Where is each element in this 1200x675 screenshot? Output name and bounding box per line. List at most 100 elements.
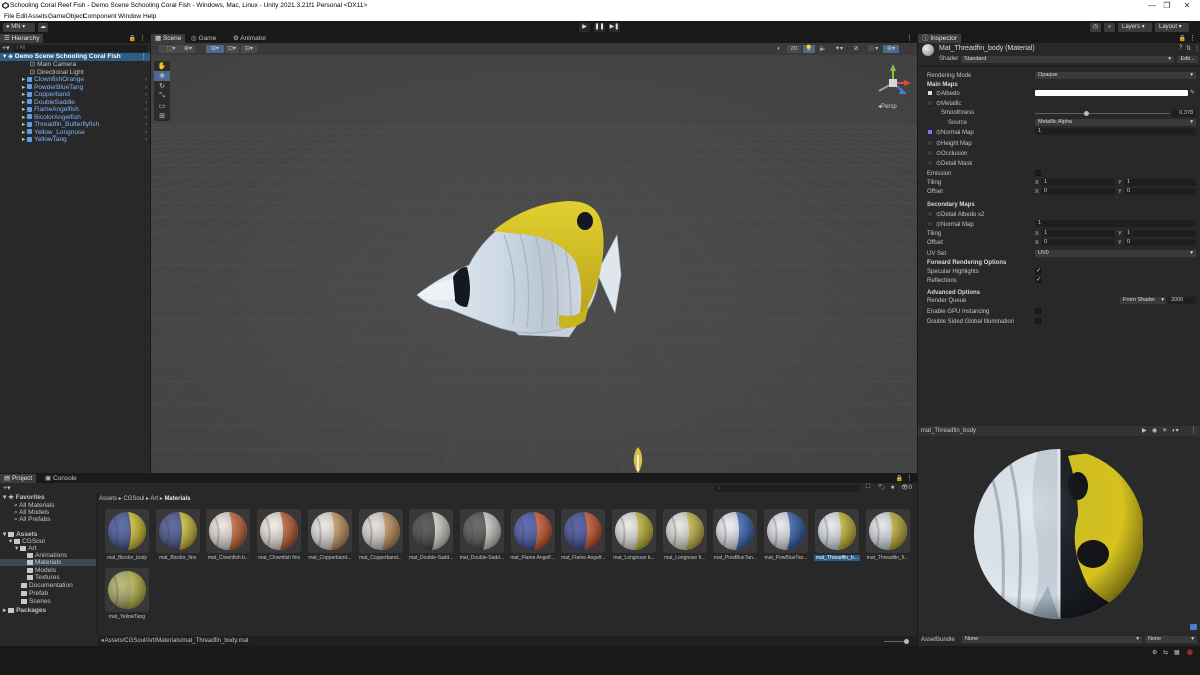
project-menu-icon[interactable]: ⋮ <box>906 474 913 482</box>
add-icon[interactable]: +▾ <box>2 44 10 52</box>
minimize-button[interactable]: — <box>1146 1 1158 10</box>
hierarchy-item[interactable]: ▸ YellowTang › <box>0 136 150 144</box>
hierarchy-item[interactable]: ▸ Copperband › <box>0 91 150 99</box>
history-icon[interactable]: ◷ <box>1090 23 1101 32</box>
material-asset[interactable]: mat_Double-Sadd... <box>408 509 454 561</box>
tiling2-y-field[interactable]: 1 <box>1124 230 1196 237</box>
filter-type-icon[interactable]: ⛶ <box>866 484 870 491</box>
inspector-menu-icon[interactable]: ⋮ <box>1189 34 1196 42</box>
hierarchy-item[interactable]: ▸ FlameAngelfish › <box>0 106 150 114</box>
material-preview[interactable] <box>918 436 1200 632</box>
expand-arrow-icon[interactable]: ▸ <box>22 91 25 98</box>
hidden-packages-icon[interactable]: 👁0 <box>901 484 912 491</box>
menu-component[interactable]: Component <box>83 13 117 20</box>
hierarchy-item[interactable]: ▸ PowderBlueTang › <box>0 84 150 92</box>
chevron-right-icon[interactable]: › <box>145 106 147 114</box>
progress-icon[interactable]: ⚙ <box>1152 649 1157 656</box>
filter-label-icon[interactable]: 🏷 <box>878 484 886 491</box>
tab-inspector[interactable]: ⓘ Inspector <box>918 34 962 43</box>
favorites-header[interactable]: ▾ ★ Favorites <box>3 493 45 501</box>
material-asset[interactable]: mat_PowBlueTan... <box>712 509 758 561</box>
rect-tool-icon[interactable]: ▭ <box>154 101 170 111</box>
material-asset[interactable]: mat_YellowTang <box>104 568 150 620</box>
layers-dropdown[interactable]: Layers ▾ <box>1118 23 1152 32</box>
camera-settings-icon[interactable]: 🎥▾ <box>865 45 881 53</box>
material-asset[interactable]: mat_Bicolor_fins <box>155 509 201 561</box>
gizmos-toggle-icon[interactable]: ⊕▾ <box>883 45 899 53</box>
detail-normal-slot[interactable] <box>927 221 933 227</box>
breadcrumb-art[interactable]: Art <box>150 496 158 502</box>
scene-viewport[interactable]: ✋ ✥ ↻ ⤡ ▭ ⊞ ◂Persp <box>151 55 917 473</box>
hierarchy-item[interactable]: ▸ DoubleSaddle › <box>0 99 150 107</box>
metallic-texture-slot[interactable] <box>927 100 933 106</box>
source-dropdown[interactable]: Metallic Alpha ▾ <box>1035 119 1196 126</box>
expand-arrow-icon[interactable]: ▸ <box>22 76 25 83</box>
assetbundle-dropdown[interactable]: None ▾ <box>962 636 1142 643</box>
orientation-gizmo-icon[interactable] <box>873 63 913 103</box>
transform-tool-icon[interactable]: ⊞ <box>154 111 170 121</box>
preview-shape-icon[interactable]: ◉ <box>1152 427 1157 434</box>
preview-menu-icon[interactable]: ⋮ <box>1190 426 1197 434</box>
context-menu-icon[interactable]: ⋮ <box>1194 45 1200 52</box>
maximize-button[interactable]: ❐ <box>1161 1 1173 10</box>
persp-label-wrap[interactable]: ◂Persp <box>878 103 897 110</box>
effects-toggle-icon[interactable]: ✦▾ <box>831 45 847 53</box>
tab-game[interactable]: ◎ Game <box>187 34 220 43</box>
material-asset[interactable]: mat_Clownfish b... <box>205 509 251 561</box>
detail-albedo-slot[interactable] <box>927 211 933 217</box>
tab-project[interactable]: ▤ Project <box>0 474 37 483</box>
hierarchy-item[interactable]: ▸ Yellow_Longnose › <box>0 129 150 137</box>
zoom-slider-handle[interactable] <box>904 639 909 644</box>
edit-shader-button[interactable]: Edit... <box>1177 56 1198 63</box>
albedo-texture-slot[interactable] <box>927 90 933 96</box>
double-sided-checkbox[interactable] <box>1035 318 1041 324</box>
scene-root-row[interactable]: ▾ ◈ Demo Scene Schooling Coral Fish ⋮ <box>0 53 150 61</box>
normal-scale-field[interactable]: 1 <box>1035 128 1196 135</box>
expand-arrow-icon[interactable]: ▸ <box>22 114 25 121</box>
smoothness-slider-track[interactable] <box>1035 111 1170 116</box>
offset-x-field[interactable]: 0 <box>1041 188 1115 195</box>
hidden-objects-icon[interactable]: ⊘ <box>849 45 863 53</box>
breadcrumb-assets[interactable]: Assets <box>99 496 117 502</box>
menu-assets[interactable]: Assets <box>28 13 48 20</box>
menu-edit[interactable]: Edit <box>16 13 27 20</box>
scale-tool-icon[interactable]: ⤡ <box>154 91 170 101</box>
move-tool-icon[interactable]: ✥ <box>154 71 170 81</box>
draw-mode-icon[interactable]: ⬚▾ <box>159 45 183 53</box>
layout-dropdown[interactable]: Layout ▾ <box>1155 23 1189 32</box>
project-search-input[interactable]: ⌕ <box>715 485 860 492</box>
expand-arrow-icon[interactable]: ▸ <box>22 129 25 136</box>
height-map-slot[interactable] <box>927 140 933 146</box>
tab-animator[interactable]: ⚙ Animator <box>229 34 270 43</box>
offset-y-field[interactable]: 0 <box>1124 188 1196 195</box>
material-asset[interactable]: mat_Copperband... <box>358 509 404 561</box>
specular-checkbox[interactable]: ✓ <box>1035 268 1041 274</box>
hierarchy-item[interactable]: ▸ Threadfin_Butterflyfish › <box>0 121 150 129</box>
folder-models[interactable]: Models <box>27 567 56 574</box>
scene-menu-dots-icon[interactable]: ⋮ <box>906 34 913 42</box>
help-icon[interactable]: ? <box>1179 45 1182 51</box>
preview-bg-icon[interactable]: ◐▾ <box>1172 427 1179 434</box>
packages-folder[interactable]: ▸ Packages <box>3 606 46 614</box>
expand-arrow-icon[interactable]: ▸ <box>22 84 25 91</box>
chevron-right-icon[interactable]: › <box>145 84 147 92</box>
expand-arrow-icon[interactable]: ▸ <box>22 106 25 113</box>
render-queue-dropdown[interactable]: From Shader ▾ <box>1120 297 1166 304</box>
hierarchy-item[interactable]: ▸ ClownfishOrange › <box>0 76 150 84</box>
reflections-checkbox[interactable]: ✓ <box>1035 277 1041 283</box>
audio-toggle-icon[interactable]: 🔈 <box>817 45 829 53</box>
assetbundle-variant-dropdown[interactable]: None ▾ <box>1145 636 1197 643</box>
distant-fish-model[interactable] <box>631 445 645 473</box>
network-icon[interactable]: ⇆ <box>1163 649 1168 656</box>
render-queue-field[interactable]: 2000 <box>1168 297 1196 304</box>
preview-light-icon[interactable]: ☀ <box>1162 427 1167 434</box>
snap-increment-icon[interactable]: ⊡▾ <box>225 45 239 53</box>
chevron-right-icon[interactable]: › <box>145 91 147 99</box>
hierarchy-item[interactable]: ⊡ Main Camera <box>0 61 150 69</box>
pause-button[interactable]: ❚❚ <box>594 23 605 32</box>
rotate-tool-icon[interactable]: ↻ <box>154 81 170 91</box>
shading-icon[interactable]: ◐ <box>773 45 785 53</box>
cache-icon[interactable]: ▦ <box>1174 649 1180 656</box>
occlusion-slot[interactable] <box>927 150 933 156</box>
menu-help[interactable]: Help <box>143 13 156 20</box>
